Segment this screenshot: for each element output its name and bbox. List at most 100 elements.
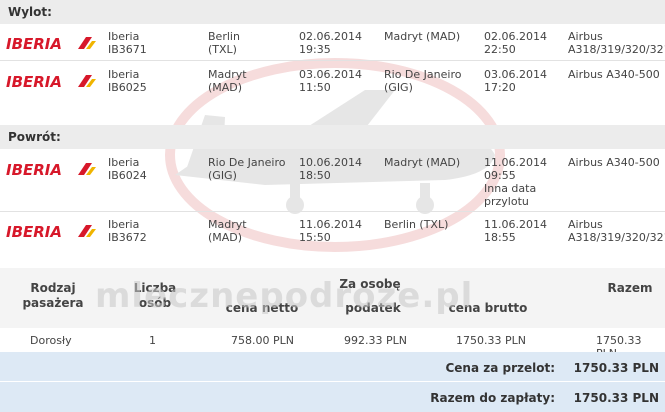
aircraft-type: Airbus A318/319/320/321 xyxy=(568,218,665,244)
departure-city: Madryt xyxy=(208,68,247,81)
to-pay-row: Razem do zapłaty: 1750.33 PLN xyxy=(0,382,665,411)
airline-info: Iberia IB3671 xyxy=(108,30,147,56)
airline-name: Iberia xyxy=(108,218,140,231)
arrival-city: Rio De Janeiro xyxy=(384,68,462,81)
arrival-airport: Rio De Janeiro (GIG) xyxy=(384,68,461,94)
arrival-date: 03.06.2014 xyxy=(484,68,547,81)
iberia-logo: IBERIA xyxy=(6,73,96,89)
arrival-date: 02.06.2014 xyxy=(484,30,547,43)
aircraft-line-2: A318/319/320/321 xyxy=(568,231,665,244)
logo-text: IBERIA xyxy=(6,161,62,177)
arrival-date-note: Inna data xyxy=(484,182,537,195)
flight-row: IBERIA Iberia IB3672 Madryt (MAD) 11.06.… xyxy=(0,212,665,272)
departure-code: (MAD) xyxy=(208,81,243,94)
departure-city: Berlin xyxy=(208,30,240,43)
flight-row: IBERIA Iberia IB6024 Rio De Janeiro (GIG… xyxy=(0,150,665,210)
airline-name: Iberia xyxy=(108,30,140,43)
flight-number: IB3672 xyxy=(108,231,147,244)
flight-price-label: Cena za przelot: xyxy=(445,361,555,375)
departure-code: (TXL) xyxy=(208,43,237,56)
departure-airport: Madryt (MAD) xyxy=(208,218,247,244)
departure-date: 02.06.2014 xyxy=(299,30,362,43)
departure-code: (MAD) xyxy=(208,231,243,244)
return-section-header: Powrót: xyxy=(0,125,665,149)
flight-number: IB3671 xyxy=(108,43,147,56)
departure-airport: Rio De Janeiro (GIG) xyxy=(208,156,285,182)
arrival-city: Madryt (MAD) xyxy=(384,156,461,169)
airline-info: Iberia IB6025 xyxy=(108,68,147,94)
flight-price-row: Cena za przelot: 1750.33 PLN xyxy=(0,352,665,381)
arrival-datetime: 11.06.2014 09:55 Inna data przylotu xyxy=(484,156,547,208)
iberia-logo: IBERIA xyxy=(6,35,96,51)
tax-amount: 992.33 PLN xyxy=(344,334,407,347)
arrival-date: 11.06.2014 xyxy=(484,156,547,169)
flight-number: IB6025 xyxy=(108,81,147,94)
airline-name: Iberia xyxy=(108,68,140,81)
aircraft-line-2: A318/319/320/321 xyxy=(568,43,665,56)
aircraft-type: Airbus A318/319/320/321 xyxy=(568,30,665,56)
logo-text: IBERIA xyxy=(6,223,62,239)
arrival-datetime: 11.06.2014 18:55 xyxy=(484,218,547,244)
row-divider xyxy=(0,60,665,61)
aircraft-line-1: Airbus xyxy=(568,218,603,231)
aircraft-line-1: Airbus xyxy=(568,30,603,43)
departure-date: 03.06.2014 xyxy=(299,68,362,81)
departure-datetime: 10.06.2014 18:50 xyxy=(299,156,362,182)
departure-time: 11:50 xyxy=(299,81,331,94)
arrival-city: Berlin (TXL) xyxy=(384,218,449,231)
arrival-airport: Madryt (MAD) xyxy=(384,30,460,43)
arrival-airport: Berlin (TXL) xyxy=(384,218,448,231)
aircraft-type: Airbus A340-500 xyxy=(568,156,660,169)
outbound-label: Wylot: xyxy=(8,5,52,19)
departure-city: Rio De Janeiro xyxy=(208,156,286,169)
arrival-code: (GIG) xyxy=(384,81,413,94)
arrival-city: Madryt (MAD) xyxy=(384,30,461,43)
departure-time: 18:50 xyxy=(299,169,331,182)
flight-row: IBERIA Iberia IB6025 Madryt (MAD) 03.06.… xyxy=(0,62,665,122)
airline-info: Iberia IB6024 xyxy=(108,156,147,182)
iberia-logo: IBERIA xyxy=(6,161,96,177)
net-price: 758.00 PLN xyxy=(231,334,294,347)
departure-date: 10.06.2014 xyxy=(299,156,362,169)
departure-date: 11.06.2014 xyxy=(299,218,362,231)
total-header: Razem xyxy=(607,281,653,295)
airline-name: Iberia xyxy=(108,156,140,169)
pricing-row: Dorosły 1 758.00 PLN 992.33 PLN 1750.33 … xyxy=(0,328,665,360)
to-pay-value: 1750.33 PLN xyxy=(573,391,659,405)
departure-city: Madryt xyxy=(208,218,247,231)
departure-datetime: 03.06.2014 11:50 xyxy=(299,68,362,94)
passenger-type: Dorosły xyxy=(30,334,72,347)
return-label: Powrót: xyxy=(8,130,61,144)
arrival-time: 18:55 xyxy=(484,231,516,244)
arrival-airport: Madryt (MAD) xyxy=(384,156,460,169)
aircraft-line-1: Airbus A340-500 xyxy=(568,156,660,169)
departure-airport: Berlin (TXL) xyxy=(208,30,240,56)
departure-code: (GIG) xyxy=(208,169,237,182)
arrival-datetime: 03.06.2014 17:20 xyxy=(484,68,547,94)
outbound-section-header: Wylot: xyxy=(0,0,665,24)
logo-text: IBERIA xyxy=(6,35,62,51)
logo-text: IBERIA xyxy=(6,73,62,89)
arrival-time: 22:50 xyxy=(484,43,516,56)
aircraft-line-1: Airbus A340-500 xyxy=(568,68,660,81)
arrival-datetime: 02.06.2014 22:50 xyxy=(484,30,547,56)
departure-datetime: 02.06.2014 19:35 xyxy=(299,30,362,56)
departure-airport: Madryt (MAD) xyxy=(208,68,247,94)
departure-time: 15:50 xyxy=(299,231,331,244)
passenger-type-header: Rodzaj pasażera xyxy=(18,281,88,311)
totals-panel: Cena za przelot: 1750.33 PLN Razem do za… xyxy=(0,352,665,412)
arrival-time: 09:55 xyxy=(484,169,516,182)
aircraft-type: Airbus A340-500 xyxy=(568,68,660,81)
passenger-type-header-line-1: Rodzaj xyxy=(30,281,76,295)
airline-info: Iberia IB3672 xyxy=(108,218,147,244)
gross-price: 1750.33 PLN xyxy=(456,334,526,347)
passenger-count: 1 xyxy=(149,334,156,347)
arrival-time: 17:20 xyxy=(484,81,516,94)
arrival-date: 11.06.2014 xyxy=(484,218,547,231)
departure-datetime: 11.06.2014 15:50 xyxy=(299,218,362,244)
flight-number: IB6024 xyxy=(108,169,147,182)
flight-price-value: 1750.33 PLN xyxy=(573,361,659,375)
passenger-type-header-line-2: pasażera xyxy=(22,296,84,310)
arrival-date-note-2: przylotu xyxy=(484,195,529,208)
watermark-text: mlecznepodroze.pl xyxy=(95,276,474,316)
